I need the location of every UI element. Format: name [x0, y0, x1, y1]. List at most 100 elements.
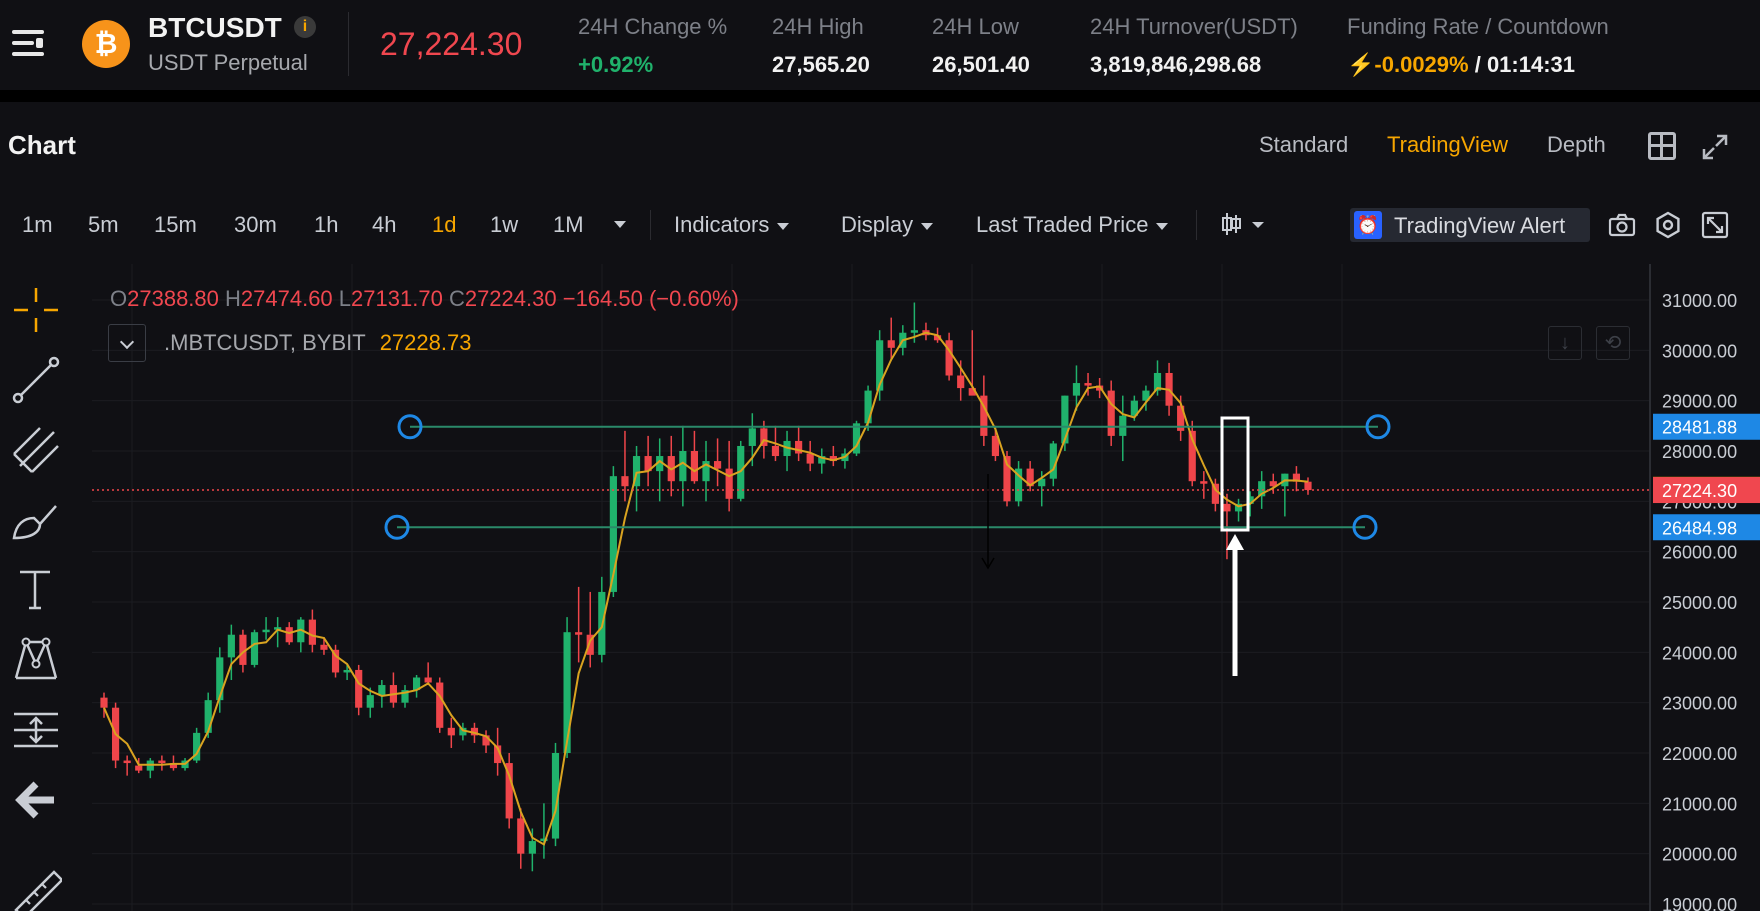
candle-body [216, 657, 224, 701]
low-label: L [338, 286, 352, 311]
candle-body [910, 330, 918, 333]
display-dropdown[interactable]: Display [841, 212, 934, 238]
candle-body [227, 634, 235, 658]
tab-standard[interactable]: Standard [1259, 132, 1348, 158]
info-icon[interactable]: i [294, 16, 316, 38]
menu-icon[interactable] [12, 30, 44, 56]
contract-type: USDT Perpetual [148, 50, 308, 75]
ohlc-legend: O27388.80 H27474.60 L27131.70 C27224.30 … [110, 286, 739, 312]
candle-body [447, 727, 455, 736]
candle-body [343, 669, 351, 673]
price-type-dropdown[interactable]: Last Traded Price [976, 212, 1169, 238]
candle-body [1061, 395, 1069, 444]
low-value: 27131.70 [351, 286, 443, 311]
funding-value: ⚡-0.0029% / 01:14:31 [1347, 52, 1609, 78]
timeframe-5m[interactable]: 5m [88, 212, 119, 238]
lightning-icon: ⚡ [1347, 52, 1375, 77]
stat-value: 27,565.20 [772, 52, 870, 77]
candle-body [308, 619, 316, 645]
candle-body [1107, 390, 1115, 436]
funding-separator: / [1468, 52, 1487, 77]
indicators-dropdown[interactable]: Indicators [674, 212, 790, 238]
stat-label: 24H Change % [578, 14, 728, 39]
candle-body [1084, 383, 1092, 386]
candle-body [1211, 483, 1219, 504]
stat-24h-low: 24H Low 26,501.40 [932, 14, 1030, 78]
candle-body [123, 760, 131, 764]
timeframe-more-dropdown[interactable] [606, 210, 626, 236]
toolbar-divider [650, 210, 651, 240]
fullscreen-icon[interactable] [1700, 132, 1730, 162]
measure-icon[interactable] [10, 704, 62, 756]
tradingview-alert-button[interactable]: ⏰ TradingView Alert [1350, 208, 1590, 242]
candle-body [1223, 503, 1231, 512]
candle-body [771, 445, 780, 457]
ticker-bar: ₿ BTCUSDT i USDT Perpetual 27,224.30 24H… [0, 0, 1760, 96]
y-axis-tick-label: 26000.00 [1662, 543, 1737, 563]
timeframe-30m[interactable]: 30m [234, 212, 277, 238]
open-value: 27388.80 [127, 286, 219, 311]
divider [348, 12, 349, 76]
back-arrow-icon[interactable] [10, 774, 62, 826]
price-type-label: Last Traded Price [976, 212, 1149, 237]
tab-tradingview[interactable]: TradingView [1387, 132, 1508, 158]
timeframe-1d[interactable]: 1d [432, 212, 456, 238]
collapse-legend-button[interactable] [108, 324, 146, 362]
ruler-icon[interactable] [10, 866, 64, 911]
high-value: 27474.60 [240, 286, 333, 311]
stat-label: Funding Rate / Countdown [1347, 14, 1609, 39]
candle-body [285, 627, 293, 643]
grid-layout-icon[interactable] [1648, 132, 1676, 160]
timeframe-1m[interactable]: 1m [22, 212, 53, 238]
crosshair-icon[interactable] [10, 284, 62, 336]
symbol-name[interactable]: BTCUSDT [148, 12, 282, 44]
y-axis-tick-label: 23000.00 [1662, 694, 1737, 714]
timeframe-4h[interactable]: 4h [372, 212, 396, 238]
resize-icon[interactable] [1700, 210, 1730, 240]
candle-body [250, 632, 259, 665]
y-axis-tick-label: 31000.00 [1662, 291, 1737, 311]
candle-body [366, 695, 374, 708]
price-tag-label: 28481.88 [1662, 418, 1737, 438]
y-axis-tick-label: 19000.00 [1662, 895, 1737, 911]
chart-background [92, 264, 1760, 911]
candle-body [887, 340, 895, 348]
series-label: .MBTCUSDT, BYBIT [164, 330, 366, 355]
price-tag-label: 26484.98 [1662, 518, 1737, 538]
alarm-clock-icon: ⏰ [1354, 211, 1382, 239]
reset-view-icon[interactable]: ⟲ [1596, 326, 1630, 360]
candle-body [262, 629, 270, 633]
last-price: 27,224.30 [380, 26, 523, 62]
timeframe-1w[interactable]: 1w [490, 212, 518, 238]
pitchfork-icon[interactable] [10, 424, 62, 476]
stat-24h-high: 24H High 27,565.20 [772, 14, 870, 78]
camera-icon[interactable] [1607, 210, 1637, 240]
candle-body [135, 765, 143, 771]
price-chart[interactable]: 31000.0030000.0029000.0028000.0027000.00… [92, 264, 1760, 911]
timeframe-1h[interactable]: 1h [314, 212, 338, 238]
candle-body [436, 682, 444, 728]
close-value: 27224.30 [464, 286, 557, 311]
stat-label: 24H Turnover(USDT) [1090, 14, 1298, 39]
brush-icon[interactable] [10, 494, 62, 546]
tab-depth[interactable]: Depth [1547, 132, 1606, 158]
candle-body [621, 476, 629, 487]
indicators-label: Indicators [674, 212, 770, 237]
candle-body [575, 632, 583, 635]
candle-body [204, 700, 212, 733]
timeframe-1M[interactable]: 1M [553, 212, 584, 238]
candle-style-icon[interactable] [1222, 212, 1264, 236]
candle-body [158, 760, 166, 764]
y-axis-tick-label: 21000.00 [1662, 794, 1737, 814]
pattern-icon[interactable] [10, 634, 62, 686]
scroll-down-icon[interactable]: ↓ [1548, 326, 1582, 360]
candle-body [806, 453, 814, 464]
stat-label: 24H Low [932, 14, 1019, 39]
y-axis-tick-label: 22000.00 [1662, 744, 1737, 764]
timeframe-15m[interactable]: 15m [154, 212, 197, 238]
change-value: −164.50 (−0.60%) [562, 286, 739, 311]
candle-body [957, 375, 965, 389]
trend-line-icon[interactable] [10, 354, 62, 406]
settings-icon[interactable] [1653, 210, 1683, 240]
text-tool-icon[interactable] [10, 564, 62, 616]
